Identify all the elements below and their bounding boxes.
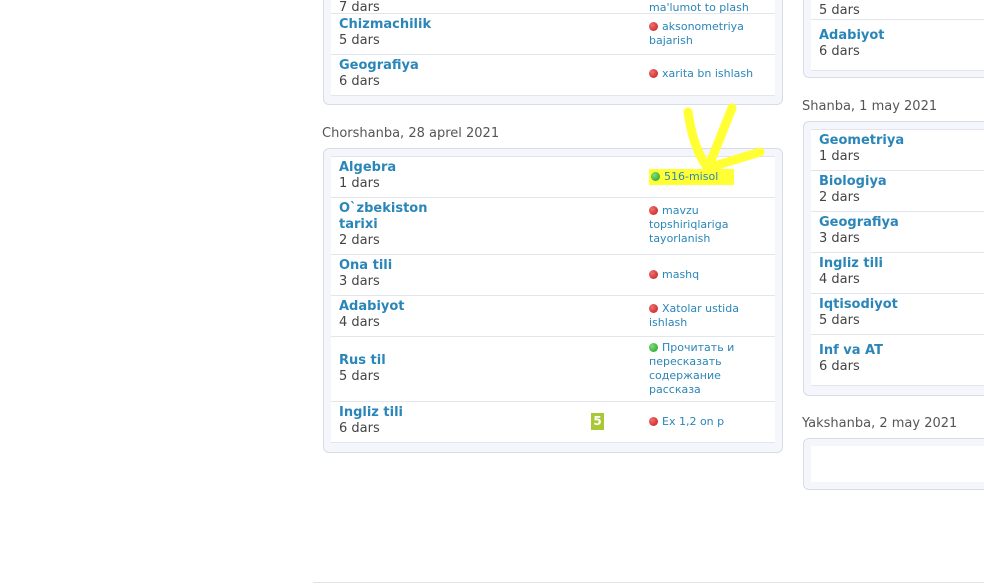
lesson-number: 2 dars xyxy=(339,233,380,248)
lesson-row: Biologiya 2 dars xyxy=(811,171,984,212)
homework-link[interactable]: xarita bn ishlash xyxy=(662,67,753,80)
lesson-table-empty xyxy=(811,446,984,482)
mark-cell xyxy=(441,157,641,197)
homework-link[interactable]: Прочитать и пересказать содержание расск… xyxy=(649,341,734,396)
lesson-row: Iqtisodiyot 5 dars xyxy=(811,294,984,335)
lesson-number: 2 dars xyxy=(819,190,860,205)
status-green-icon xyxy=(649,343,658,352)
day-title-wednesday: Chorshanba, 28 aprel 2021 xyxy=(322,126,500,141)
lesson-number: 4 dars xyxy=(339,315,380,330)
lesson-row: O`zbekiston tarixi 2 dars mavzu topshiri… xyxy=(331,198,775,255)
annotation-arrow-icon xyxy=(683,103,765,173)
lesson-number: 6 dars xyxy=(819,359,860,374)
lesson-number: 6 dars xyxy=(339,74,380,89)
homework-cell: Прочитать и пересказать содержание расск… xyxy=(641,337,775,401)
subject-link[interactable]: Inf va AT xyxy=(819,343,981,359)
lesson-number: 5 dars xyxy=(819,313,860,328)
day-panel-saturday: Geometriya 1 dars Biologiya 2 dars Geogr… xyxy=(803,121,984,396)
lesson-row: Inf va AT 6 dars xyxy=(811,335,984,386)
mark-cell xyxy=(441,198,641,254)
day-panel-wednesday: Algebra 1 dars 516-misol O`zbekiston tar… xyxy=(323,148,783,453)
lesson-number: 5 dars xyxy=(339,33,380,48)
mark-cell xyxy=(441,296,641,336)
lesson-number: 3 dars xyxy=(339,274,380,289)
lesson-number: 3 dars xyxy=(819,231,860,246)
day-title-saturday: Shanba, 1 may 2021 xyxy=(802,99,938,114)
lesson-row: Adabiyot 6 dars xyxy=(811,20,984,71)
subject-link[interactable]: Geometriya xyxy=(819,133,981,149)
lesson-row: 7 dars ma'lumot to plash xyxy=(331,0,775,15)
mark-cell xyxy=(441,337,641,401)
lesson-table: 5 dars Adabiyot 6 dars xyxy=(811,0,984,71)
lesson-row: Ingliz tili 6 dars 5 Ex 1,2 on p xyxy=(331,402,775,443)
homework-cell: Xatolar ustida ishlash xyxy=(641,296,775,336)
homework-link[interactable]: ma'lumot to plash xyxy=(649,1,749,14)
lesson-row: Rus til 5 dars Прочитать и пересказать с… xyxy=(331,337,775,402)
homework-cell: ma'lumot to plash xyxy=(641,0,775,14)
status-green-icon xyxy=(651,172,660,181)
status-red-icon xyxy=(649,22,658,31)
lesson-row: Chizmachilik 5 dars aksonometriya bajari… xyxy=(331,14,775,55)
lesson-table: Algebra 1 dars 516-misol O`zbekiston tar… xyxy=(331,156,775,443)
homework-cell: Ex 1,2 on p xyxy=(641,402,775,442)
subject-link[interactable]: Ona tili xyxy=(339,258,441,274)
homework-link[interactable]: Ex 1,2 on p xyxy=(662,415,724,428)
lesson-table: 7 dars ma'lumot to plash Chizmachilik 5 … xyxy=(331,0,775,96)
subject-link[interactable]: Biologiya xyxy=(819,174,981,190)
mark-badge[interactable]: 5 xyxy=(591,413,604,430)
lesson-number: 1 dars xyxy=(339,176,380,191)
lesson-table: Geometriya 1 dars Biologiya 2 dars Geogr… xyxy=(811,129,984,386)
lesson-row: 5 dars xyxy=(811,0,984,20)
subject-link[interactable]: Ingliz tili xyxy=(819,256,981,272)
subject-link[interactable]: Adabiyot xyxy=(339,299,441,315)
homework-link[interactable]: mashq xyxy=(662,268,699,281)
mark-cell: 5 xyxy=(441,402,641,442)
subject-link[interactable]: Rus til xyxy=(339,353,441,369)
subject-link[interactable]: Chizmachilik xyxy=(339,17,441,33)
lesson-number: 5 dars xyxy=(819,3,860,18)
subject-link[interactable]: Adabiyot xyxy=(819,28,981,44)
day-panel-sunday xyxy=(803,438,984,490)
subject-link[interactable]: Geografiya xyxy=(339,58,441,74)
status-red-icon xyxy=(649,417,658,426)
lesson-row: Ona tili 3 dars mashq xyxy=(331,255,775,296)
subject-link[interactable]: Geografiya xyxy=(819,215,981,231)
status-red-icon xyxy=(649,270,658,279)
subject-link[interactable]: Iqtisodiyot xyxy=(819,297,981,313)
day-title-sunday: Yakshanba, 2 may 2021 xyxy=(802,416,958,431)
lesson-number: 6 dars xyxy=(339,421,380,436)
homework-link[interactable]: mavzu topshiriqlariga tayorlanish xyxy=(649,204,728,245)
lesson-row: Geometriya 1 dars xyxy=(811,130,984,171)
subject-link[interactable]: Ingliz tili xyxy=(339,405,441,421)
lesson-row: Geografiya 3 dars xyxy=(811,212,984,253)
mark-cell xyxy=(441,255,641,295)
subject-link[interactable]: Algebra xyxy=(339,160,441,176)
lesson-number: 1 dars xyxy=(819,149,860,164)
day-panel-previous: 7 dars ma'lumot to plash Chizmachilik 5 … xyxy=(323,0,783,105)
homework-cell: mashq xyxy=(641,255,775,295)
status-red-icon xyxy=(649,206,658,215)
lesson-row: Ingliz tili 4 dars xyxy=(811,253,984,294)
footer-divider xyxy=(313,582,984,583)
lesson-number: 5 dars xyxy=(339,369,380,384)
homework-cell: mavzu topshiriqlariga tayorlanish xyxy=(641,198,775,254)
day-panel-friday: 5 dars Adabiyot 6 dars xyxy=(803,0,984,78)
status-red-icon xyxy=(649,69,658,78)
status-red-icon xyxy=(649,304,658,313)
lesson-row: Adabiyot 4 dars Xatolar ustida ishlash xyxy=(331,296,775,337)
lesson-row: Geografiya 6 dars xarita bn ishlash xyxy=(331,55,775,96)
homework-cell: xarita bn ishlash xyxy=(641,55,775,95)
homework-link[interactable]: Xatolar ustida ishlash xyxy=(649,302,739,329)
lesson-number: 4 dars xyxy=(819,272,860,287)
lesson-number: 6 dars xyxy=(819,44,860,59)
subject-link[interactable]: O`zbekiston tarixi xyxy=(339,201,441,233)
homework-cell: aksonometriya bajarish xyxy=(641,14,775,54)
homework-link[interactable]: aksonometriya bajarish xyxy=(649,20,744,47)
